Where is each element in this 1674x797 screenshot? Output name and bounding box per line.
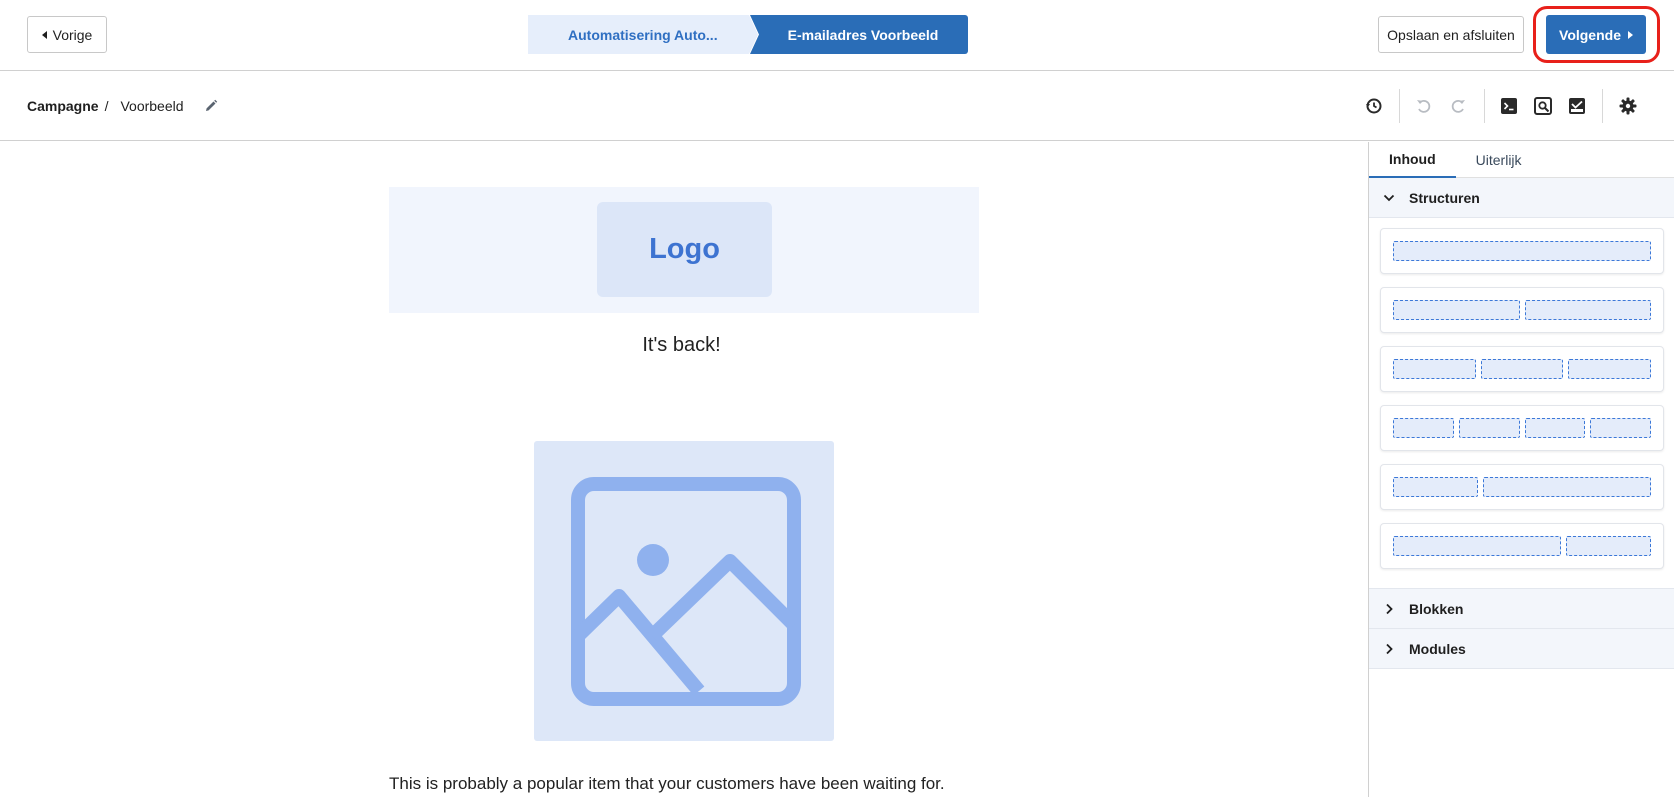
headline-text[interactable]: It's back! xyxy=(389,334,974,357)
image-icon xyxy=(571,477,801,706)
toolbar-divider xyxy=(1484,89,1485,123)
step-automation[interactable]: Automatisering Auto... xyxy=(528,15,758,54)
history-icon[interactable] xyxy=(1363,95,1385,117)
structure-cell xyxy=(1524,300,1651,320)
email-canvas[interactable]: Logo It's back! This is probably a popul… xyxy=(0,142,1368,797)
structure-cell xyxy=(1393,536,1561,556)
structure-1-column[interactable] xyxy=(1380,228,1664,274)
breadcrumb-root[interactable]: Campagne xyxy=(27,98,99,114)
chevron-right-icon xyxy=(1386,603,1393,614)
structure-cell xyxy=(1480,359,1564,379)
toolbar-divider xyxy=(1399,89,1400,123)
structure-2-1-columns[interactable] xyxy=(1380,523,1664,569)
settings-icon[interactable] xyxy=(1617,95,1639,117)
structure-1-2-columns[interactable] xyxy=(1380,464,1664,510)
structure-2-columns[interactable] xyxy=(1380,287,1664,333)
tab-inhoud[interactable]: Inhoud xyxy=(1369,142,1456,178)
caret-right-icon xyxy=(1627,30,1633,39)
section-modules-label: Modules xyxy=(1409,640,1466,657)
breadcrumb: Campagne / Voorbeeld xyxy=(27,98,218,114)
structure-4-columns[interactable] xyxy=(1380,405,1664,451)
toolbar-divider xyxy=(1602,89,1603,123)
chevron-down-icon xyxy=(1383,194,1395,201)
logo-section[interactable]: Logo xyxy=(389,187,979,313)
top-bar: Vorige Automatisering Auto... E-mailadre… xyxy=(0,0,1674,71)
breadcrumb-separator: / xyxy=(104,98,109,114)
breadcrumb-current: Voorbeeld xyxy=(120,98,184,114)
structure-cell xyxy=(1393,359,1476,379)
next-button[interactable]: Volgende xyxy=(1546,15,1646,54)
structure-cell xyxy=(1566,536,1651,556)
save-and-close-button[interactable]: Opslaan en afsluiten xyxy=(1378,16,1524,53)
code-icon[interactable] xyxy=(1498,95,1520,117)
body-text[interactable]: This is probably a popular item that you… xyxy=(389,774,945,794)
editor-toolbar: Campagne / Voorbeeld xyxy=(0,71,1674,141)
pencil-icon[interactable] xyxy=(204,99,218,113)
caret-left-icon xyxy=(41,30,47,39)
chevron-right-icon xyxy=(1386,643,1393,654)
previous-button-label: Vorige xyxy=(52,26,93,43)
structure-cell xyxy=(1393,300,1520,320)
step-email-preview[interactable]: E-mailadres Voorbeeld xyxy=(750,15,968,54)
preview-icon[interactable] xyxy=(1532,95,1554,117)
image-placeholder[interactable] xyxy=(534,441,834,741)
structure-cell xyxy=(1483,477,1651,497)
content-panel: Inhoud Uiterlijk Structuren Blokken Modu… xyxy=(1368,142,1674,797)
section-blokken-label: Blokken xyxy=(1409,600,1464,617)
undo-icon[interactable] xyxy=(1413,95,1435,117)
structure-cell xyxy=(1524,418,1586,438)
wizard-steps: Automatisering Auto... E-mailadres Voorb… xyxy=(528,15,968,54)
structure-cell xyxy=(1568,359,1652,379)
inbox-icon[interactable] xyxy=(1566,95,1588,117)
structure-cell xyxy=(1458,418,1520,438)
section-structuren-header[interactable]: Structuren xyxy=(1369,178,1674,218)
tab-uiterlijk[interactable]: Uiterlijk xyxy=(1456,142,1542,178)
structures-list xyxy=(1369,218,1674,589)
section-blokken-header[interactable]: Blokken xyxy=(1369,589,1674,629)
logo-text: Logo xyxy=(649,233,720,265)
structure-cell xyxy=(1590,418,1651,438)
structure-cell xyxy=(1393,241,1651,261)
structure-cell xyxy=(1393,418,1454,438)
redo-icon[interactable] xyxy=(1447,95,1469,117)
section-modules-header[interactable]: Modules xyxy=(1369,629,1674,669)
previous-button[interactable]: Vorige xyxy=(27,16,107,53)
next-button-label: Volgende xyxy=(1559,26,1621,43)
structure-cell xyxy=(1393,477,1478,497)
structure-3-columns[interactable] xyxy=(1380,346,1664,392)
section-structuren-label: Structuren xyxy=(1409,189,1480,206)
panel-tabs: Inhoud Uiterlijk xyxy=(1369,142,1674,178)
logo-placeholder[interactable]: Logo xyxy=(597,202,772,297)
